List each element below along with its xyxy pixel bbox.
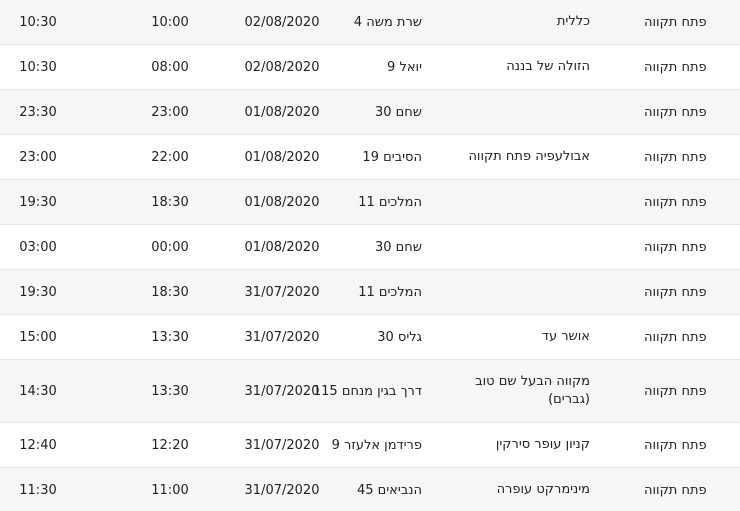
city-cell: פתח תקווה [644,284,707,300]
place-cell: אושר עד [541,329,590,344]
start-time-cell: 13:30 [151,383,189,399]
exposure-table: פתח תקווה כללית שרת משה 4 02/08/2020 10:… [0,0,740,511]
table-row: פתח תקווה המלכים 11 01/08/2020 18:30 19:… [0,180,740,225]
date-cell: 01/08/2020 [244,194,320,210]
end-time-cell: 12:40 [19,437,57,453]
city-cell: פתח תקווה [644,194,707,210]
city-cell: פתח תקווה [644,104,707,120]
date-cell: 01/08/2020 [244,104,320,120]
table-row: פתח תקווה כללית שרת משה 4 02/08/2020 10:… [0,0,740,45]
place-cell: קניון עופר סירקין [495,437,590,452]
city-cell: פתח תקווה [644,14,707,30]
start-time-cell: 22:00 [151,149,189,165]
end-time-cell: 19:30 [19,194,57,210]
end-time-cell: 11:30 [19,482,57,498]
place-cell [465,270,590,314]
city-cell: פתח תקווה [644,437,707,453]
date-cell: 31/07/2020 [244,482,320,498]
table-row: פתח תקווה הזולה של בננה יואל 9 02/08/202… [0,45,740,90]
table-row: פתח תקווה אבולעפיה פתח תקווה הסיבים 19 0… [0,135,740,180]
table-row: פתח תקווה מינימרקט עופרה הנביאים 45 31/0… [0,468,740,511]
start-time-cell: 12:20 [151,437,189,453]
end-time-cell: 14:30 [19,383,57,399]
end-time-cell: 03:00 [19,239,57,255]
table-row: פתח תקווה מקווה הבעל שם טוב (גברים) דרך … [0,360,740,423]
place-cell [465,180,590,224]
city-cell: פתח תקווה [644,329,707,345]
place-cell [465,90,590,134]
table-row: פתח תקווה המלכים 11 31/07/2020 18:30 19:… [0,270,740,315]
start-time-cell: 00:00 [151,239,189,255]
start-time-cell: 08:00 [151,59,189,75]
place-cell: אבולעפיה פתח תקווה [468,149,590,164]
end-time-cell: 15:00 [19,329,57,345]
city-cell: פתח תקווה [644,383,707,399]
city-cell: פתח תקווה [644,239,707,255]
start-time-cell: 10:00 [151,14,189,30]
date-cell: 01/08/2020 [244,149,320,165]
city-cell: פתח תקווה [644,59,707,75]
start-time-cell: 13:30 [151,329,189,345]
start-time-cell: 18:30 [151,284,189,300]
end-time-cell: 23:30 [19,104,57,120]
end-time-cell: 10:30 [19,59,57,75]
start-time-cell: 11:00 [151,482,189,498]
date-cell: 02/08/2020 [244,59,320,75]
place-cell: מקווה הבעל שם טוב (גברים) [475,374,590,407]
city-cell: פתח תקווה [644,482,707,498]
end-time-cell: 10:30 [19,14,57,30]
start-time-cell: 23:00 [151,104,189,120]
table-row: פתח תקווה שחם 30 01/08/2020 23:00 23:30 [0,90,740,135]
date-cell: 31/07/2020 [244,284,320,300]
end-time-cell: 23:00 [19,149,57,165]
place-cell: מינימרקט עופרה [496,482,590,497]
table-row: פתח תקווה קניון עופר סירקין פרידמן אלעזר… [0,423,740,468]
start-time-cell: 18:30 [151,194,189,210]
place-cell [465,225,590,269]
date-cell: 31/07/2020 [244,329,320,345]
date-cell: 31/07/2020 [244,383,320,399]
table-row: פתח תקווה שחם 30 01/08/2020 00:00 03:00 [0,225,740,270]
date-cell: 01/08/2020 [244,239,320,255]
date-cell: 31/07/2020 [244,437,320,453]
city-cell: פתח תקווה [644,149,707,165]
place-cell: כללית [556,14,590,29]
end-time-cell: 19:30 [19,284,57,300]
date-cell: 02/08/2020 [244,14,320,30]
place-cell: הזולה של בננה [506,59,590,74]
table-row: פתח תקווה אושר עד גליס 30 31/07/2020 13:… [0,315,740,360]
